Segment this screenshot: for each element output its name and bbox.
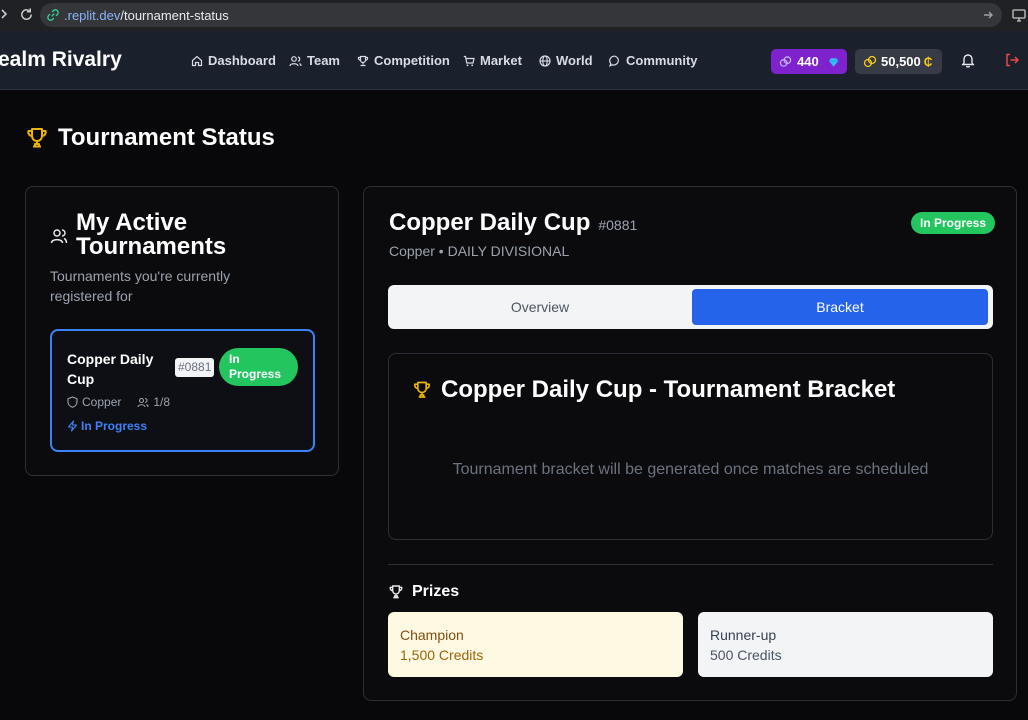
tournament-detail-status-badge: In Progress	[911, 212, 996, 234]
tab-bracket[interactable]: Bracket	[692, 289, 988, 325]
gems-value: 440	[797, 54, 819, 69]
bracket-empty-message: Tournament bracket will be generated onc…	[452, 461, 929, 478]
nav-team-label: Team	[307, 53, 340, 68]
shield-icon	[67, 396, 78, 408]
trophy-icon	[357, 55, 369, 66]
credit-symbol-icon: ₵	[923, 54, 933, 69]
prize-champion-amount: 1,500 Credits	[400, 647, 484, 663]
go-arrow-icon[interactable]	[982, 8, 994, 26]
tournament-detail-title: Copper Daily Cup #0881	[389, 209, 637, 237]
nav-world[interactable]: World	[539, 53, 593, 68]
prizes-title-text: Prizes	[412, 583, 460, 600]
nav-world-label: World	[556, 53, 593, 68]
divider	[388, 564, 993, 565]
bracket-panel: Copper Daily Cup - Tournament Bracket To…	[388, 353, 993, 540]
users-icon	[137, 397, 149, 407]
tournament-detail-subtitle: Copper • DAILY DIVISIONAL	[389, 243, 570, 259]
tournament-card-status-badge: In Progress	[219, 348, 298, 386]
tournament-card-division: Copper	[82, 395, 122, 409]
brand-name[interactable]: ealm Rivalry	[0, 48, 122, 72]
page-title: Tournament Status	[25, 124, 275, 152]
tournament-card-status-text: In Progress	[81, 419, 148, 433]
tournament-tabs: Overview Bracket	[388, 285, 993, 329]
gems-coin-icon	[779, 55, 792, 67]
chat-bubble-icon	[609, 55, 619, 67]
cart-icon	[463, 55, 475, 66]
trophy-icon	[27, 128, 47, 148]
prize-runner-up: Runner-up 500 Credits	[698, 612, 993, 677]
prize-runner-up-place: Runner-up	[710, 627, 777, 643]
tab-overview[interactable]: Overview	[392, 289, 688, 325]
coins-balance[interactable]: 50,500 ₵	[855, 49, 942, 74]
tournament-card-meta: Copper 1/8	[67, 395, 170, 409]
users-icon	[289, 55, 302, 66]
bracket-title-text: Copper Daily Cup - Tournament Bracket	[441, 376, 896, 403]
tournament-card-players: 1/8	[137, 395, 170, 409]
nav-competition-label: Competition	[374, 53, 450, 68]
tournament-detail-name: Copper Daily Cup	[389, 209, 591, 236]
diamond-icon	[828, 57, 839, 67]
page-title-text: Tournament Status	[58, 124, 275, 151]
globe-icon	[539, 54, 551, 67]
notifications-bell-icon[interactable]	[960, 52, 976, 73]
browser-toolbar: .replit.dev/tournament-status	[0, 0, 1028, 31]
nav-community[interactable]: Community	[609, 53, 698, 68]
tournament-card-name: Copper Daily Cup	[67, 351, 154, 387]
users-icon	[50, 229, 68, 244]
url-path: /tournament-status	[120, 7, 229, 23]
prizes-title: Prizes	[388, 583, 459, 601]
bracket-title: Copper Daily Cup - Tournament Bracket	[412, 376, 895, 404]
home-icon	[191, 55, 203, 66]
nav-dashboard-label: Dashboard	[208, 53, 276, 68]
url-domain: .replit.dev	[64, 7, 121, 23]
trophy-icon	[389, 585, 403, 599]
logout-icon[interactable]	[1004, 52, 1020, 73]
tournament-card-status: In Progress	[67, 419, 147, 433]
active-tournaments-subtitle: Tournaments you're currently registered …	[50, 268, 231, 304]
forward-icon[interactable]	[0, 8, 8, 23]
tournament-card-players-count: 1/8	[153, 395, 171, 409]
tournament-card[interactable]: Copper Daily Cup #0881 In Progress Coppe…	[50, 329, 315, 452]
nav-competition[interactable]: Competition	[357, 53, 450, 68]
coins-icon	[863, 55, 877, 67]
coins-value: 50,500	[881, 54, 921, 69]
link-icon	[47, 9, 59, 21]
prize-runner-up-amount: 500 Credits	[710, 647, 782, 663]
nav-market[interactable]: Market	[463, 53, 522, 68]
prize-champion: Champion 1,500 Credits	[388, 612, 683, 677]
nav-dashboard[interactable]: Dashboard	[191, 53, 276, 68]
active-tournaments-title: My Active Tournaments	[76, 209, 227, 260]
tournament-detail-card: Copper Daily Cup #0881 In Progress Coppe…	[363, 186, 1017, 701]
reload-icon[interactable]	[19, 7, 34, 27]
nav-community-label: Community	[626, 53, 698, 68]
tournament-detail-id: #0881	[598, 217, 638, 233]
tournament-card-id: #0881	[175, 358, 215, 377]
prize-champion-place: Champion	[400, 627, 464, 643]
nav-team[interactable]: Team	[289, 53, 340, 68]
lightning-icon	[67, 420, 78, 432]
gems-balance[interactable]: 440	[771, 49, 847, 74]
screen-icon[interactable]	[1012, 8, 1026, 27]
trophy-icon	[413, 381, 431, 398]
address-bar[interactable]: .replit.dev/tournament-status	[40, 3, 1002, 27]
app-header: ealm Rivalry Dashboard Team Competition …	[0, 31, 1028, 90]
active-tournaments-header: My Active Tournaments	[50, 211, 246, 259]
nav-market-label: Market	[480, 53, 522, 68]
active-tournaments-card: My Active Tournaments Tournaments you're…	[25, 186, 339, 476]
